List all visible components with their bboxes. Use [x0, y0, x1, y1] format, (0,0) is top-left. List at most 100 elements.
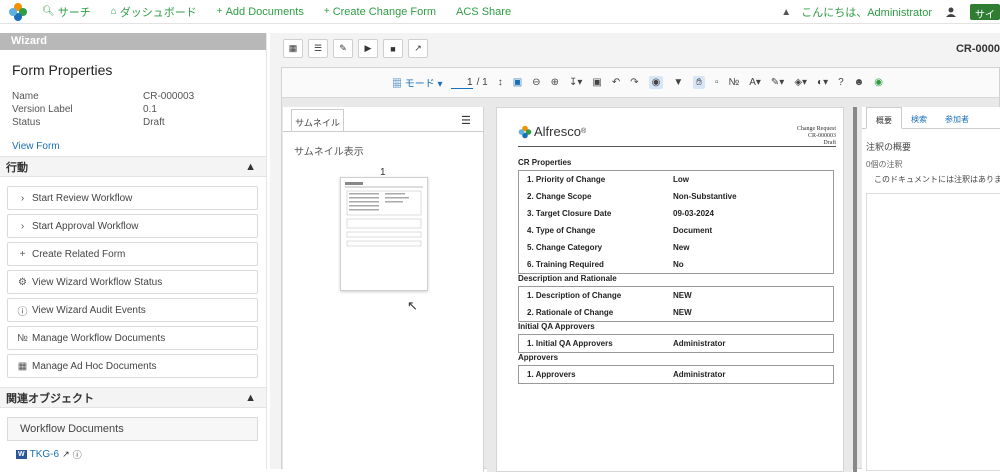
chevron-up-icon[interactable]: ▲: [245, 392, 256, 404]
pin-icon[interactable]: ▼: [673, 77, 683, 88]
tab-thumbnails[interactable]: サムネイル: [291, 109, 344, 131]
nav-search-label: サーチ: [57, 6, 91, 19]
row-key: 1. Approvers: [527, 370, 576, 379]
table-row: 5. Change Category New: [519, 239, 833, 256]
chevron-up-icon[interactable]: ▲: [245, 161, 256, 173]
view-workflow-status-button[interactable]: ⚙ View Wizard Workflow Status: [7, 270, 258, 294]
create-related-form-button[interactable]: + Create Related Form: [7, 242, 258, 266]
tab-participants[interactable]: 参加者: [936, 107, 978, 128]
megaphone-icon[interactable]: ▶: [358, 39, 378, 58]
wizard-header: Wizard: [0, 33, 266, 50]
hide-annotations-icon[interactable]: ◉: [648, 76, 664, 89]
info-icon: ⓘ: [17, 306, 28, 318]
undo-icon[interactable]: ↶: [612, 77, 620, 88]
workflow-document-item: W TKG-6 ↗ ⓘ: [16, 448, 266, 461]
fit-page-icon[interactable]: ▣: [513, 77, 522, 88]
save-icon[interactable]: ▣: [592, 77, 601, 88]
help-icon[interactable]: ?: [838, 77, 844, 88]
nav-create-change-form[interactable]: + Create Change Form: [324, 6, 436, 18]
greeting-text[interactable]: こんにちは、Administrator: [801, 4, 932, 20]
comment-icon[interactable]: ▫: [715, 77, 719, 88]
actions-section-header[interactable]: 行動 ▲: [0, 156, 266, 177]
table-row: 4. Type of Change Document: [519, 222, 833, 239]
nav-acs-share-label: ACS Share: [456, 5, 512, 18]
chevron-right-icon: ›: [20, 192, 25, 204]
start-review-workflow-button[interactable]: › Start Review Workflow: [7, 186, 258, 210]
fit-height-icon[interactable]: ↕: [498, 77, 503, 88]
zoom-in-icon[interactable]: ⊕: [551, 77, 559, 88]
participants-icon[interactable]: ☻: [854, 77, 865, 88]
pen-icon[interactable]: ✎▾: [771, 77, 784, 88]
tab-search[interactable]: 検索: [902, 107, 936, 128]
row-value: Non-Substantive: [673, 192, 737, 201]
document-area: Alfresco ® Change Request CR-000003 Draft…: [487, 107, 852, 472]
info-icon[interactable]: ⓘ: [73, 448, 82, 461]
row-key: 4. Type of Change: [527, 226, 596, 235]
action-label: Manage Ad Hoc Documents: [32, 360, 157, 372]
cr-id-label: CR-0000: [955, 43, 1000, 55]
status-icon[interactable]: ◉: [874, 77, 883, 88]
external-link-icon[interactable]: ↗: [62, 449, 70, 460]
layers-icon[interactable]: ◈▾: [794, 77, 807, 88]
action-label: Manage Workflow Documents: [32, 332, 166, 344]
document-header: Alfresco ® Change Request CR-000003 Draft: [518, 124, 836, 147]
bell-icon[interactable]: ▲: [781, 7, 791, 18]
thumbnail-settings-icon[interactable]: ☰: [461, 114, 471, 127]
row-value: No: [673, 260, 684, 269]
tab-summary[interactable]: 概要: [866, 107, 902, 129]
user-icon[interactable]: [946, 7, 956, 17]
view-form-link[interactable]: View Form: [12, 141, 266, 152]
annotation-count: 0個の注釈: [866, 160, 903, 169]
main-area: ▦ ☰ ✎ ▶ ■ ↗ CR-0000 ▦ モード ▾ 1 / 1 ↕ ▣ ⊖ …: [270, 33, 1000, 472]
nav-acs-share[interactable]: ACS Share: [456, 6, 511, 18]
table-row: 2. Change Scope Non-Substantive: [519, 188, 833, 205]
share-icon[interactable]: ↗: [408, 39, 428, 58]
alfresco-logo: [518, 125, 532, 138]
nav-dashboard[interactable]: ⌂ ダッシュボード: [111, 4, 197, 20]
view-audit-events-button[interactable]: ⓘ View Wizard Audit Events: [7, 298, 258, 322]
site-button[interactable]: サイ: [970, 4, 1000, 21]
redo-icon[interactable]: ↷: [630, 77, 638, 88]
section-title: Description and Rationale: [518, 274, 617, 283]
prop-name: Name CR-000003: [12, 91, 266, 104]
nav-search[interactable]: 🔍︎ サーチ: [42, 4, 91, 20]
gear-icon: ⚙: [18, 276, 27, 288]
home-icon: ⌂: [110, 6, 117, 17]
tab-underline: [283, 131, 484, 132]
zoom-out-icon[interactable]: ⊖: [532, 77, 540, 88]
attachment-icon[interactable]: №: [728, 77, 739, 88]
alfresco-logo[interactable]: [8, 2, 28, 22]
document-link[interactable]: TKG-6: [30, 449, 59, 460]
download-icon[interactable]: ↧▾: [569, 77, 582, 88]
manage-workflow-documents-button[interactable]: № Manage Workflow Documents: [7, 326, 258, 350]
list-icon[interactable]: ☰: [308, 39, 328, 58]
row-key: 5. Change Category: [527, 243, 603, 252]
mode-dropdown[interactable]: ▦ モード ▾: [392, 75, 443, 90]
section-table: 1. Approvers Administrator: [518, 365, 834, 384]
document-scrollbar[interactable]: [853, 107, 857, 472]
page-input[interactable]: 1: [450, 77, 473, 89]
table-row: 1. Approvers Administrator: [519, 366, 833, 383]
edit-icon[interactable]: ✎: [333, 39, 353, 58]
action-label: View Wizard Workflow Status: [32, 276, 163, 288]
word-doc-icon: W: [16, 450, 27, 459]
text-box-icon[interactable]: A▾: [749, 77, 761, 88]
palette-icon[interactable]: ◐▾: [817, 77, 828, 88]
row-value: 09-03-2024: [673, 209, 714, 218]
table-row: 1. Description of Change NEW: [519, 287, 833, 304]
nav-add-documents[interactable]: + Add Documents: [217, 6, 304, 18]
action-label: Start Approval Workflow: [32, 220, 139, 232]
top-navigation-bar: 🔍︎ サーチ ⌂ ダッシュボード + Add Documents + Create Ch…: [0, 0, 1000, 24]
thumbnail-page-1[interactable]: [340, 177, 428, 291]
form-properties-title: Form Properties: [12, 62, 113, 78]
document-view-icon[interactable]: ▦: [283, 39, 303, 58]
action-label: Create Related Form: [32, 248, 126, 260]
pan-tool-icon[interactable]: ✋︎: [693, 76, 705, 89]
start-approval-workflow-button[interactable]: › Start Approval Workflow: [7, 214, 258, 238]
manage-ad-hoc-documents-button[interactable]: ▦ Manage Ad Hoc Documents: [7, 354, 258, 378]
related-objects-header[interactable]: 関連オブジェクト ▲: [0, 387, 266, 408]
prop-key: Name: [12, 91, 39, 102]
search-icon: 🔍︎: [42, 6, 55, 17]
workflow-documents-header[interactable]: Workflow Documents: [7, 417, 258, 441]
stop-icon[interactable]: ■: [383, 39, 403, 58]
